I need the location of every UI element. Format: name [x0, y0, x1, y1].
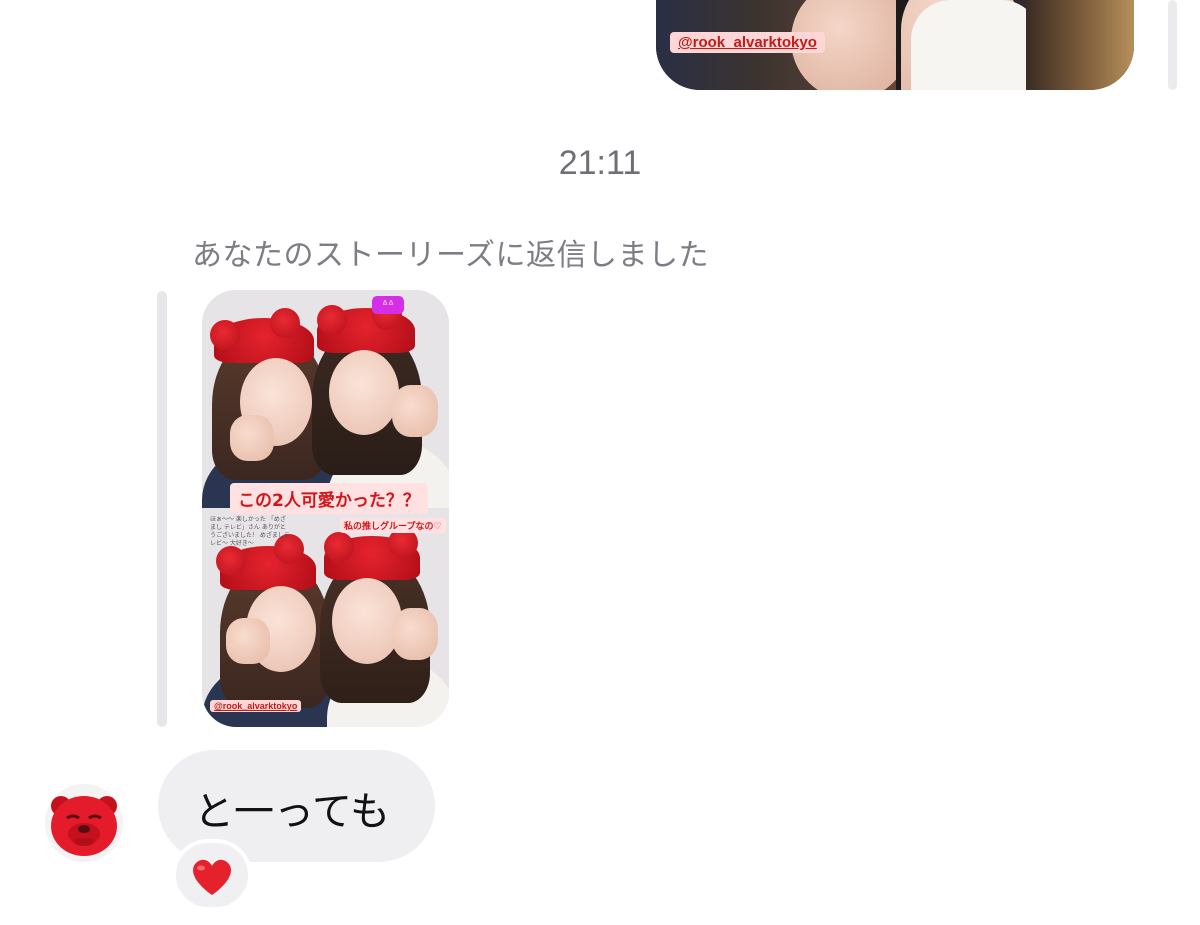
scrollbar[interactable]	[1168, 0, 1177, 90]
beanie-ear	[270, 308, 300, 338]
person-hand	[230, 415, 274, 461]
reply-quote-bar	[157, 291, 167, 727]
mention-tag: @rook_alvarktokyo	[210, 700, 302, 712]
sent-story-image[interactable]: @rook_alvarktokyo	[656, 0, 1134, 90]
red-bear-icon[interactable]	[45, 784, 123, 862]
beanie-ear	[210, 320, 240, 350]
message-text: と一っても	[194, 789, 390, 835]
dm-thread: @rook_alvarktokyo 21:11 あなたのストーリーズに返信しまし…	[0, 0, 1200, 925]
beanie-ear	[216, 546, 246, 576]
person-face	[329, 350, 399, 435]
person-hand	[392, 385, 438, 437]
cat-icon: ᐞᐞ	[372, 296, 404, 314]
photo-region	[911, 0, 1041, 90]
story-photo-top: ᐞᐞ	[202, 290, 449, 510]
story-reply-caption: あなたのストーリーズに返信しました	[192, 238, 709, 273]
person-hand	[392, 608, 438, 660]
mention-tag: @rook_alvarktokyo	[670, 32, 825, 53]
question-sticker: この2人可愛かった？？	[230, 483, 428, 514]
story-note-text: ほぁ〜〜 楽しかった 「めざまし テレビ」さん ありがとうございました！ めざま…	[210, 516, 290, 547]
beanie-ear	[317, 305, 347, 335]
avatar-image	[45, 784, 123, 862]
reaction-badge[interactable]	[172, 839, 252, 911]
photo-region	[1026, 0, 1134, 90]
message-timestamp: 21:11	[558, 144, 642, 182]
replied-story-thumbnail[interactable]: ᐞᐞ この2人可愛かった？？ ほぁ〜〜 楽しかった 「めざまし テレビ」さん あ…	[202, 290, 449, 727]
person-hand	[226, 618, 270, 664]
person-face	[332, 578, 402, 664]
heart-icon	[193, 859, 231, 895]
beanie-ear	[324, 532, 354, 562]
story-caption: 私の推しグループなの♡	[340, 518, 446, 533]
